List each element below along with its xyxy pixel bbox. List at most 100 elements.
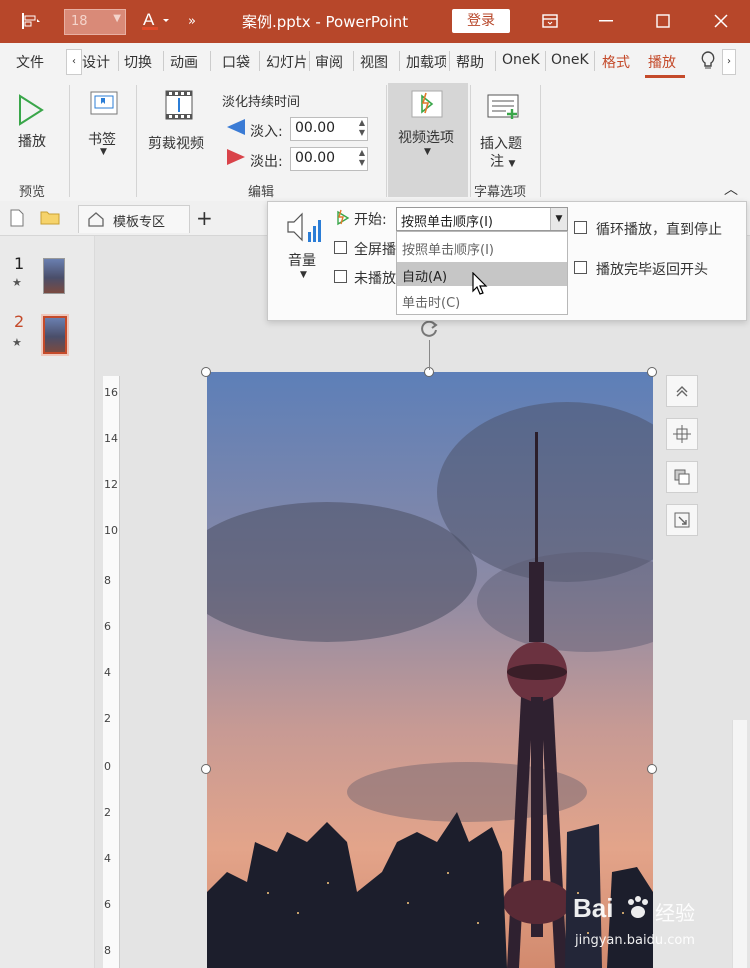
collapse-ribbon-icon[interactable]: ︿ [724,179,738,199]
slide-thumbnail-1[interactable] [43,258,65,294]
ruler-label: 14 [104,432,118,445]
ruler-label: 6 [104,898,111,911]
crop-resize-icon[interactable] [666,504,698,536]
trim-video-button[interactable]: 剪裁视频 [148,87,212,177]
tab-review[interactable]: 审阅 [315,52,343,72]
tab-pocket[interactable]: 口袋 [222,52,250,72]
chevron-down-icon: ▼ [424,147,431,157]
arrange-icon[interactable] [666,461,698,493]
tab-view[interactable]: 视图 [360,52,388,72]
tab-onekey-1[interactable]: OneK [502,52,542,68]
folder-icon[interactable] [40,209,60,229]
new-file-icon[interactable] [10,209,24,231]
stepper-arrows-icon[interactable]: ▲ ▼ [359,118,365,138]
ribbon-display-icon[interactable] [532,6,568,36]
maximize-icon[interactable] [645,6,681,36]
tab-slideshow[interactable]: 幻灯片 [266,52,306,72]
tab-help[interactable]: 帮助 [456,52,484,72]
watermark: Bai 经验 jingyan.baidu.com [573,883,723,963]
volume-label: 音量 [288,253,316,269]
ruler-label: 2 [104,712,111,725]
tab-addins[interactable]: 加载项 [406,52,446,72]
tab-file[interactable]: 文件 [16,52,44,72]
stepper-arrows-icon[interactable]: ▲ ▼ [359,148,365,168]
resize-handle[interactable] [201,367,211,377]
lightbulb-icon[interactable] [700,50,716,74]
ribbon-tabs: 文件 ‹ 设计 切换 动画 口袋 幻灯片 审阅 视图 加载项 帮助 OneK O… [0,43,750,80]
watermark-brand-cn: 经验 [655,901,695,925]
title-bar: 18 ▼ A » 案例.pptx - PowerPoint 登录 [0,0,750,43]
fullscreen-checkbox[interactable] [334,241,347,254]
ruler-label: 4 [104,852,111,865]
template-tab-label: 模板专区 [113,215,166,230]
resize-handle[interactable] [201,764,211,774]
add-tab-icon[interactable]: + [196,206,213,230]
ruler-label: 16 [104,386,118,399]
rotate-handle-icon[interactable] [418,318,440,344]
ruler-label: 6 [104,620,111,633]
tab-template-zone[interactable]: 模板专区 [78,205,190,233]
video-options-label: 视频选项 [398,130,454,146]
play-button[interactable]: 播放 [14,93,46,150]
video-options-button[interactable]: 视频选项 ▼ [388,83,468,197]
more-commands-icon[interactable]: » [182,8,202,34]
ruler-label: 8 [104,944,111,957]
close-icon[interactable] [703,6,739,36]
tab-playback[interactable]: 播放 [648,52,676,72]
video-frame[interactable] [207,372,653,968]
ruler-label: 8 [104,574,111,587]
insert-caption-button[interactable]: 插入题 注 ▼ [476,87,536,177]
svg-text:A: A [143,10,155,29]
font-size-value: 18 [71,14,88,29]
font-color-icon[interactable]: A [138,8,174,34]
fade-duration-title: 淡化持续时间 [222,95,301,110]
insert-caption-label: 插入题 [480,136,522,152]
caption-icon [486,91,522,125]
fade-out-icon [226,148,246,170]
tab-onekey-2[interactable]: OneK [551,52,591,68]
align-icon[interactable] [14,8,48,34]
fade-in-label: 淡入: [250,124,283,140]
tabs-scroll-left-icon[interactable]: ‹ [66,49,82,75]
tabs-scroll-right-icon[interactable]: › [722,49,736,75]
rewind-checkbox[interactable] [574,261,587,274]
group-label-captions: 字幕选项 [474,185,527,200]
loop-checkbox[interactable] [574,221,587,234]
align-center-icon[interactable] [666,418,698,450]
login-button[interactable]: 登录 [452,9,510,33]
resize-handle[interactable] [647,367,657,377]
font-size-box[interactable]: 18 ▼ [64,9,126,35]
fade-out-stepper[interactable]: 00.00 ▲ ▼ [290,147,368,171]
tab-animations[interactable]: 动画 [170,52,198,72]
vertical-scrollbar[interactable] [732,720,747,968]
tab-transitions[interactable]: 切换 [124,52,152,72]
chevron-down-icon[interactable]: ▼ [550,208,567,230]
slide-number: 1 [14,254,25,273]
slide-thumbnail-2[interactable] [43,316,67,354]
resize-handle[interactable] [647,764,657,774]
slide-thumbnail-pane: 1 ★ 2 ★ [0,236,95,968]
fade-in-stepper[interactable]: 00.00 ▲ ▼ [290,117,368,141]
group-label-preview: 预览 [19,185,46,200]
hide-not-playing-checkbox[interactable] [334,270,347,283]
bookmark-button[interactable]: 书签 ▼ [84,87,124,177]
dropdown-option-on-click-sequence[interactable]: 按照单击顺序(I) [397,235,567,259]
layout-options-icon[interactable] [666,375,698,407]
start-label: 开始: [354,212,387,228]
group-label-edit: 编辑 [248,185,275,200]
chevron-down-icon: ▼ [113,13,121,24]
volume-icon [284,210,324,250]
tab-format[interactable]: 格式 [602,52,630,72]
bookmark-label: 书签 [88,132,116,148]
active-tab-indicator [645,75,685,78]
trim-video-label: 剪裁视频 [148,136,204,152]
volume-button[interactable]: 音量 ▼ [284,210,324,280]
start-dropdown[interactable]: 按照单击顺序(I) ▼ [396,207,568,231]
fullscreen-label: 全屏播 [354,242,396,258]
chevron-down-icon: ▼ [100,147,107,157]
mouse-cursor-icon [472,271,488,300]
play-label: 播放 [18,134,46,150]
minimize-icon[interactable] [588,6,624,36]
skyline-image [207,372,653,968]
tab-design[interactable]: 设计 [82,52,110,72]
